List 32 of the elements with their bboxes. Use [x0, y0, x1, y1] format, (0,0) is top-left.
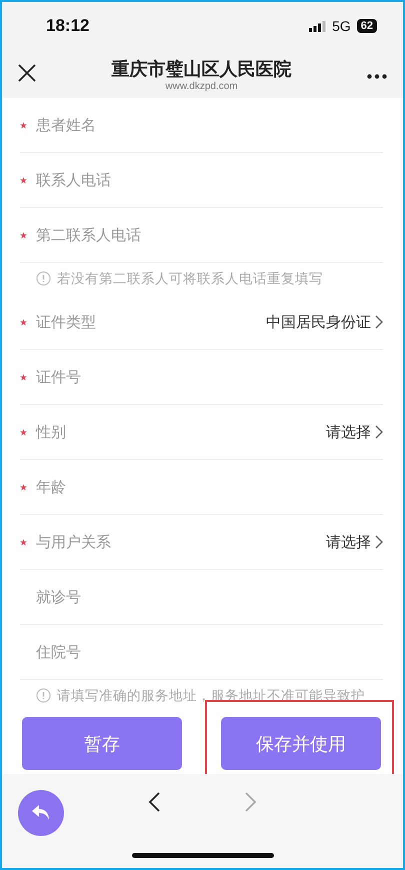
action-button[interactable]: 暂存: [22, 717, 182, 770]
text-field[interactable]: 联系人电话: [36, 171, 383, 189]
field-label: 证件类型: [36, 312, 97, 332]
back-icon: [148, 792, 160, 812]
text-field[interactable]: 证件号: [36, 368, 383, 386]
field-label: 性别: [36, 422, 67, 442]
page-title: 重庆市璧山区人民医院: [112, 58, 292, 80]
chevron-icon: [375, 425, 383, 439]
text-field[interactable]: 住院号: [36, 643, 383, 661]
chevron-icon: [375, 535, 383, 549]
battery-indicator: 62: [356, 19, 377, 33]
page-url: www.dkzpd.com: [165, 80, 238, 92]
text-field[interactable]: 年龄: [36, 478, 383, 496]
text-field[interactable]: 就诊号: [36, 588, 383, 606]
info-icon: [36, 688, 51, 703]
action-button[interactable]: 保存并使用: [221, 717, 381, 770]
more-icon: [367, 74, 387, 78]
select-field[interactable]: 请选择: [326, 422, 383, 442]
network-label: 5G: [332, 18, 351, 34]
chevron-icon: [375, 315, 383, 329]
close-button[interactable]: [18, 64, 36, 84]
field-label: 与用户关系: [36, 532, 112, 552]
status-time: 18:12: [46, 16, 90, 36]
info-icon: [36, 271, 51, 286]
text-field[interactable]: 患者姓名: [36, 116, 383, 134]
hint-text: 若没有第二联系人可将联系人电话重复填写: [57, 270, 323, 289]
signal-icon: [309, 20, 326, 32]
select-field[interactable]: 请选择: [326, 532, 383, 552]
select-field[interactable]: 中国居民身份证: [266, 312, 383, 332]
forward-icon: [245, 792, 257, 812]
close-icon: [18, 64, 36, 82]
text-field[interactable]: 第二联系人电话: [36, 226, 383, 244]
